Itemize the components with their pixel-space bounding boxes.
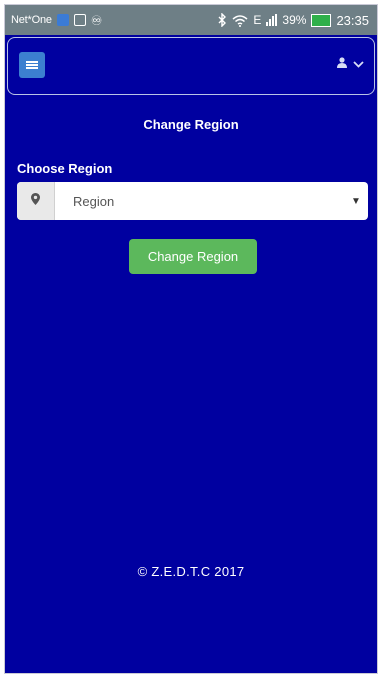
status-bar: Net*One ♾ E 39% 23:35 [5, 5, 377, 35]
region-field-label: Choose Region [17, 161, 113, 176]
select-addon [17, 182, 55, 220]
sync-icon: ♾ [90, 12, 103, 28]
chevron-down-icon [353, 55, 364, 73]
bluetooth-icon [217, 13, 227, 27]
clock-time: 23:35 [336, 12, 369, 28]
sim-icon [56, 14, 69, 26]
map-marker-icon [31, 192, 40, 210]
caret-down-icon: ▼ [351, 195, 361, 207]
user-menu-toggle[interactable] [337, 55, 364, 73]
footer-copyright: © Z.E.D.T.C 2017 [137, 564, 245, 579]
region-select[interactable]: Region ▼ [17, 182, 368, 220]
status-bar-right: E 39% 23:35 [217, 13, 369, 28]
status-bar-left: Net*One ♾ [11, 14, 102, 27]
gallery-icon [73, 14, 86, 26]
region-select-value: Region [73, 193, 115, 209]
user-icon [337, 55, 347, 73]
hamburger-icon [26, 61, 38, 69]
change-region-button[interactable]: Change Region [129, 239, 257, 274]
app-header [7, 37, 375, 95]
battery-icon [311, 13, 332, 27]
battery-percent: 39% [282, 13, 307, 27]
page-title: Change Region [143, 117, 239, 132]
app-screen: Net*One ♾ E 39% 23:35 Change Region Choo… [4, 4, 378, 674]
network-type: E [253, 13, 262, 27]
carrier-name: Net*One [11, 14, 52, 26]
wifi-icon [232, 14, 248, 27]
signal-icon [266, 14, 278, 26]
menu-toggle-button[interactable] [19, 52, 45, 78]
